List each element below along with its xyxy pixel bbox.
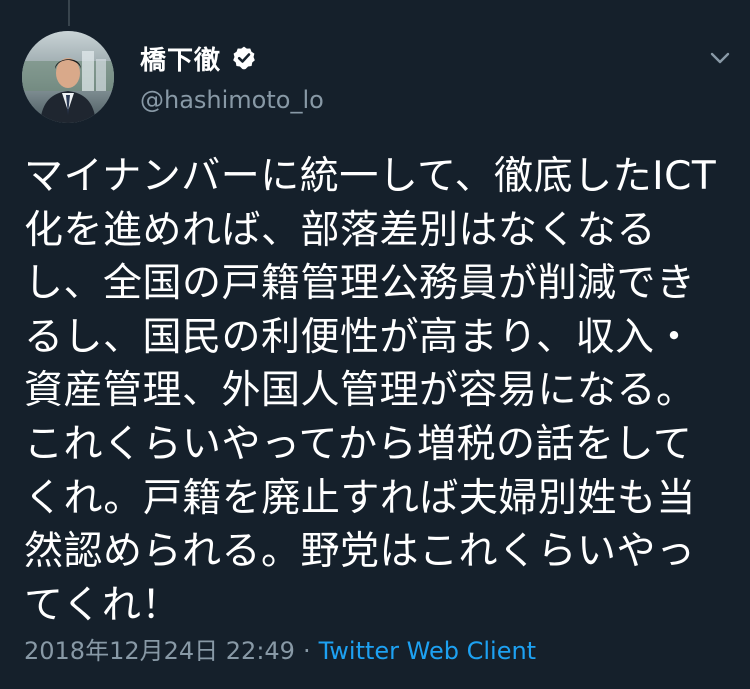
avatar[interactable]	[22, 31, 114, 123]
author-name-row: 橋下徹	[140, 40, 730, 76]
tweet-source-link[interactable]: Twitter Web Client	[319, 637, 537, 665]
meta-separator: ·	[302, 637, 311, 665]
verified-badge-icon	[231, 45, 257, 71]
tweet-timestamp[interactable]: 2018年12月24日 22:49	[24, 637, 295, 665]
author-display-name[interactable]: 橋下徹	[140, 40, 221, 77]
avatar-photo	[22, 31, 114, 123]
tweet-body-text: マイナンバーに統一して、徹底したICT化を進めれば、部落差別はなくなるし、全国の…	[24, 154, 717, 628]
chevron-down-icon[interactable]	[706, 44, 734, 72]
thread-connector-line	[68, 0, 70, 26]
author-handle[interactable]: @hashimoto_lo	[140, 86, 730, 114]
tweet-metadata: 2018年12月24日 22:49 · Twitter Web Client	[24, 631, 536, 666]
tweet-header: 橋下徹 @hashimoto_lo	[140, 40, 730, 115]
